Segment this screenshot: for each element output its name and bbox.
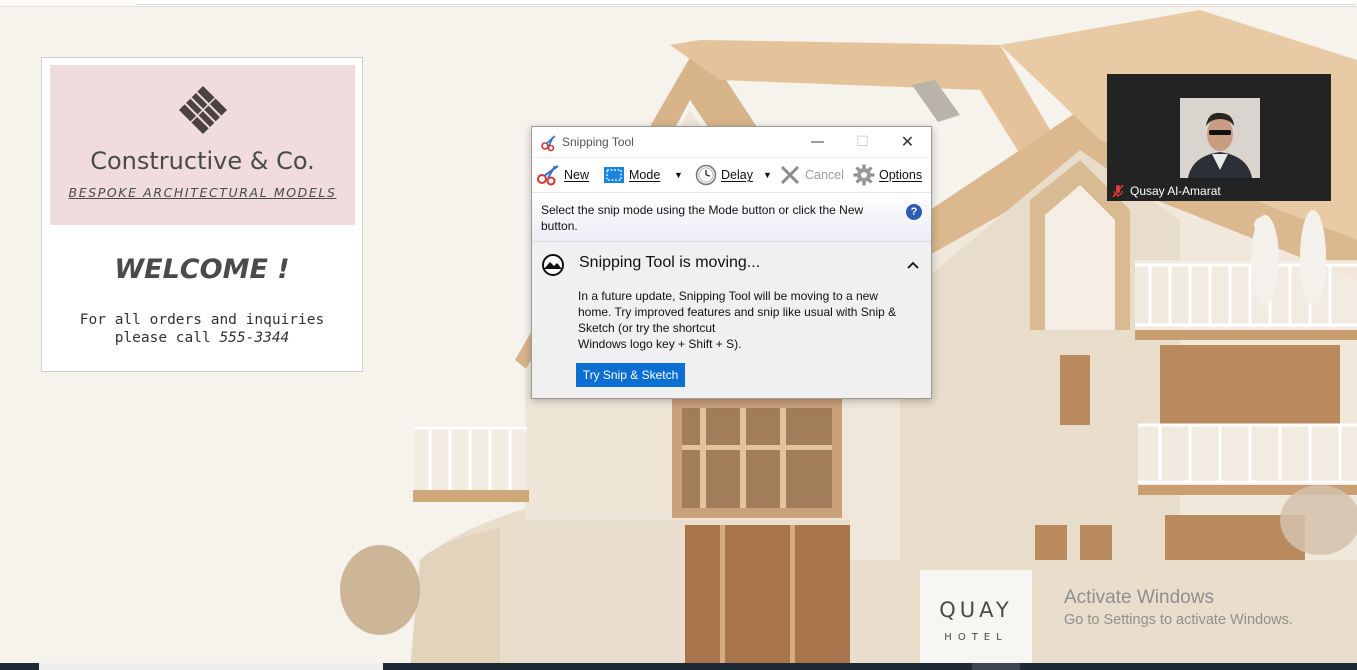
delay-label: Delay <box>721 168 753 182</box>
participant-photo <box>1180 98 1260 178</box>
taskbar-app-button[interactable] <box>972 663 1020 670</box>
delay-button[interactable]: Delay <box>695 163 753 187</box>
close-button[interactable]: ✕ <box>885 127 930 157</box>
welcome-card: Constructive & Co. BESPOKE ARCHITECTURAL… <box>41 57 363 372</box>
notice-body-text: In a future update, Snipping Tool will b… <box>578 289 897 335</box>
quay-hotel-sign: QUAY HOTEL <box>920 570 1032 670</box>
order-info-line1: For all orders and inquiries <box>79 312 325 328</box>
sign-sub: HOTEL <box>944 632 1008 643</box>
watermark-title: Activate Windows <box>1064 587 1214 608</box>
options-label: Options <box>879 168 923 182</box>
cancel-x-icon <box>780 165 800 185</box>
snipping-tool-window[interactable]: Snipping Tool — ☐ ✕ New Mode ▼ Delay ▼ C… <box>531 126 932 399</box>
snip-sketch-icon <box>542 254 564 276</box>
cancel-label: Cancel <box>805 168 844 182</box>
notice-title: Snipping Tool is moving... <box>579 254 761 271</box>
brand-banner: Constructive & Co. BESPOKE ARCHITECTURAL… <box>50 65 355 225</box>
order-info-line2: please call 555-3344 <box>42 329 362 347</box>
mode-label: Mode <box>629 168 661 182</box>
snip-toolbar: New Mode ▼ Delay ▼ Cancel Options <box>532 158 931 193</box>
mode-hint-bar: Select the snip mode using the Mode butt… <box>532 193 931 242</box>
participant-name-row: Qusay Al-Amarat <box>1111 183 1221 199</box>
brand-name: Constructive & Co. <box>90 147 315 175</box>
taskbar-search-box[interactable] <box>39 663 383 670</box>
diamond-logo-icon <box>178 85 228 135</box>
welcome-heading: WELCOME ! <box>114 254 290 285</box>
mode-button[interactable]: Mode <box>603 163 660 187</box>
window-title: Snipping Tool <box>562 135 634 149</box>
participant-name: Qusay Al-Amarat <box>1130 184 1221 198</box>
maximize-button[interactable]: ☐ <box>840 127 885 157</box>
window-titlebar[interactable]: Snipping Tool — ☐ ✕ <box>532 127 931 157</box>
mode-dropdown-chevron-icon[interactable]: ▼ <box>674 163 683 187</box>
watermark-subtitle: Go to Settings to activate Windows. <box>1064 612 1293 628</box>
delay-dropdown-chevron-icon[interactable]: ▼ <box>763 163 772 187</box>
options-button[interactable]: Options <box>853 163 922 187</box>
try-snip-sketch-button[interactable]: Try Snip & Sketch <box>576 363 685 387</box>
order-info-text: For all orders and inquiries please call… <box>42 311 362 347</box>
notice-body: In a future update, Snipping Tool will b… <box>578 288 898 352</box>
gear-icon <box>853 164 875 186</box>
new-label: New <box>564 168 590 182</box>
cancel-button[interactable]: Cancel <box>779 163 844 187</box>
brand-tagline: BESPOKE ARCHITECTURAL MODELS <box>68 185 337 200</box>
call-prefix: please call <box>114 330 220 346</box>
mode-hint-text: Select the snip mode using the Mode butt… <box>541 203 864 233</box>
muted-microphone-icon <box>1112 184 1124 198</box>
help-icon[interactable]: ? <box>906 204 922 220</box>
new-snip-button[interactable]: New <box>536 163 589 187</box>
sign-name: QUAY <box>939 598 1013 622</box>
scissors-app-icon <box>541 135 556 152</box>
phone-number: 555-3344 <box>219 330 290 346</box>
chevron-up-icon[interactable] <box>906 259 920 271</box>
rectangle-snip-icon <box>604 167 624 183</box>
notice-body-shortcut: Windows logo key + Shift + S). <box>578 337 742 351</box>
video-participant-tile[interactable]: Qusay Al-Amarat <box>1107 74 1331 201</box>
minimize-button[interactable]: — <box>795 127 840 157</box>
taskbar <box>0 663 1357 670</box>
activate-windows-watermark: Activate Windows Go to Settings to activ… <box>1064 587 1293 628</box>
clock-icon <box>695 164 717 186</box>
scissors-icon <box>537 165 559 186</box>
